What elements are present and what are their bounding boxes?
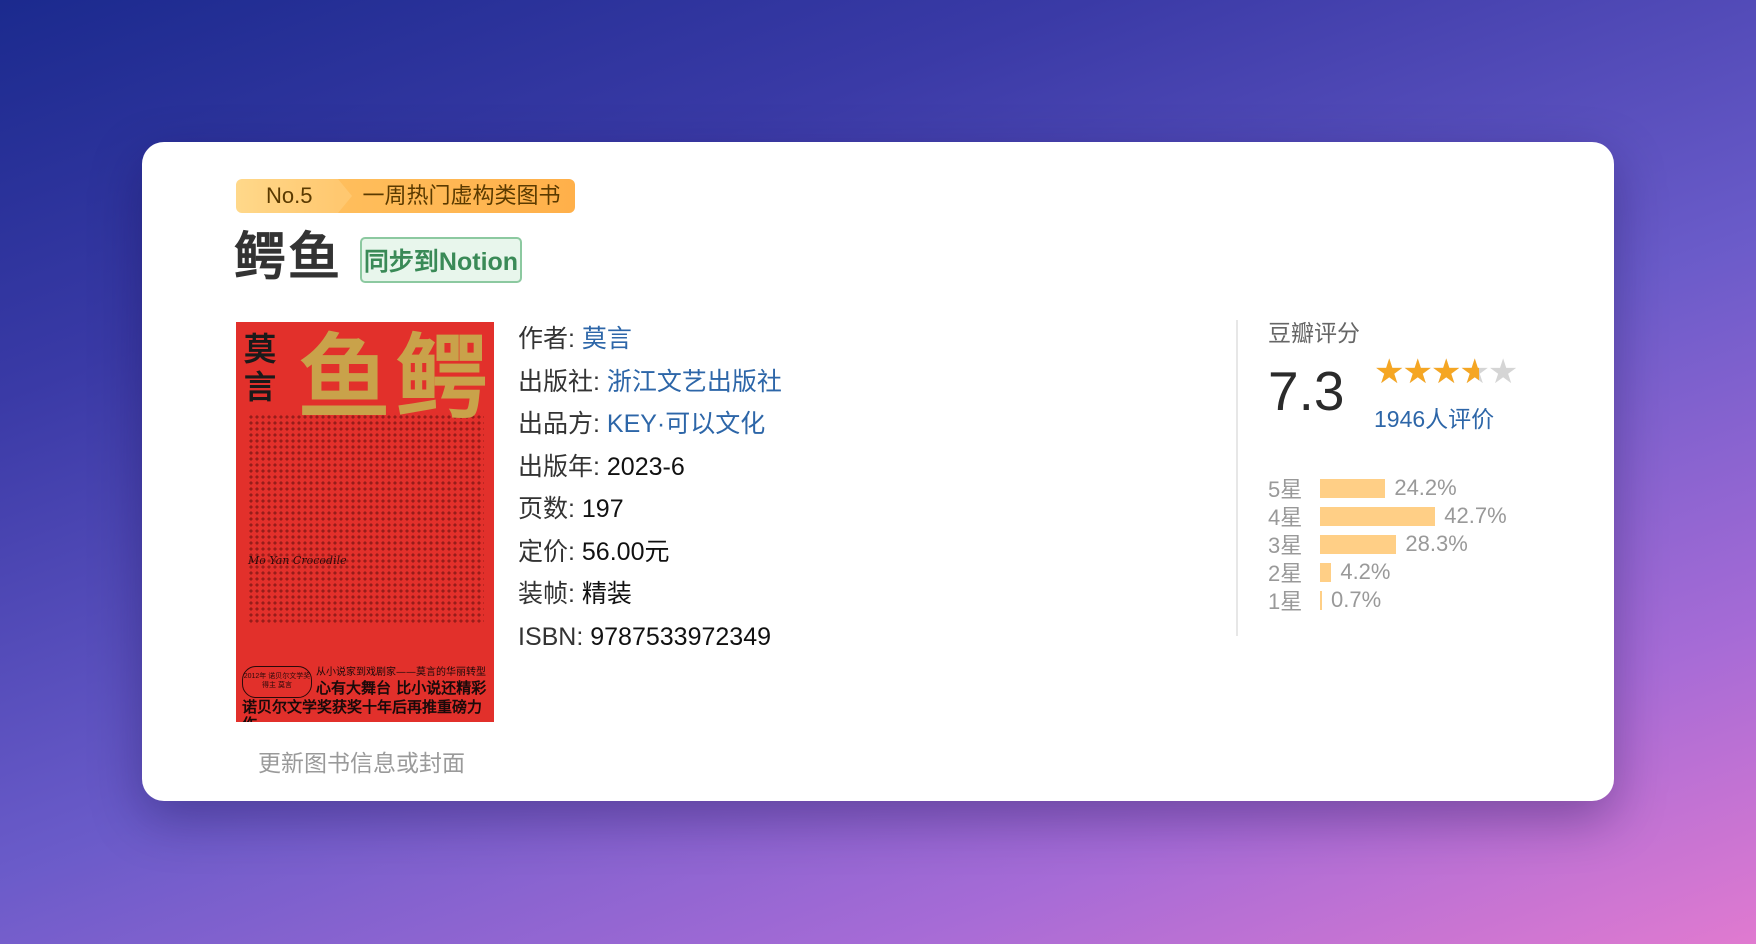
rating-stars-icon: ★★★★★ ★★★★★ xyxy=(1374,355,1524,389)
rank-label: 一周热门虚构类图书 xyxy=(338,179,575,213)
rating-dist-label: 1星 xyxy=(1268,589,1303,614)
cover-author: 莫言 xyxy=(244,330,277,406)
rating-dist-bar xyxy=(1320,534,1397,554)
update-book-info-link[interactable]: 更新图书信息或封面 xyxy=(258,744,465,778)
rating-dist-pct: 24.2% xyxy=(1394,475,1457,500)
rating-dist-bar xyxy=(1320,590,1322,610)
rating-dist-bar xyxy=(1320,478,1386,498)
cover-blurb-line3: 诺贝尔文学奖获奖十年后再推重磅力作 xyxy=(242,698,483,723)
book-card: No.5 一周热门虚构类图书 鳄鱼 同步到Notion 莫言 鳄鱼 Mo Yan… xyxy=(142,142,1614,801)
info-author: 作者: 莫言 xyxy=(518,325,632,353)
rating-dist-pct: 0.7% xyxy=(1331,587,1382,612)
cover-english-title: Mo Yan Crocodile xyxy=(248,554,347,567)
book-title: 鳄鱼 xyxy=(234,229,343,287)
info-producer: 出品方: KEY·可以文化 xyxy=(518,410,766,438)
cover-pattern xyxy=(248,414,484,624)
rating-score: 7.3 xyxy=(1268,360,1345,422)
rating-panel: 豆瓣评分 7.3 ★★★★★ ★★★★★ 1946人评价 5星24.2%4星42… xyxy=(1268,314,1518,614)
rating-dist-bar xyxy=(1320,562,1332,582)
rating-dist-bar xyxy=(1320,506,1436,526)
rating-dist-pct: 4.2% xyxy=(1340,559,1391,584)
stars-filled: ★★★★★ xyxy=(1374,356,1479,388)
rank-badge[interactable]: No.5 一周热门虚构类图书 xyxy=(236,179,575,213)
divider xyxy=(1236,320,1238,636)
info-isbn: ISBN: 9787533972349 xyxy=(518,622,771,651)
rating-dist-row: 5星 24.2% xyxy=(1268,474,1457,502)
cover-title: 鳄鱼 xyxy=(297,324,494,432)
rating-dist-pct: 28.3% xyxy=(1405,531,1468,556)
rating-label: 豆瓣评分 xyxy=(1268,320,1360,346)
rank-number: No.5 xyxy=(236,179,354,213)
author-link[interactable]: 莫言 xyxy=(582,325,632,353)
rating-dist-row: 2星 4.2% xyxy=(1268,558,1390,586)
rating-dist-row: 4星 42.7% xyxy=(1268,502,1507,530)
book-cover[interactable]: 莫言 鳄鱼 Mo Yan Crocodile 从小说家到戏剧家——莫言的华丽转型… xyxy=(236,322,494,722)
info-pages: 页数: 197 xyxy=(518,495,624,523)
rating-dist-row: 3星 28.3% xyxy=(1268,530,1468,558)
info-binding: 装帧: 精装 xyxy=(518,580,632,608)
info-year: 出版年: 2023-6 xyxy=(518,452,685,481)
info-publisher: 出版社: 浙江文艺出版社 xyxy=(518,367,782,396)
rating-dist-row: 1星 0.7% xyxy=(1268,586,1381,614)
sync-notion-button[interactable]: 同步到Notion xyxy=(360,237,522,283)
producer-link[interactable]: KEY·可以文化 xyxy=(607,410,765,438)
book-info: 作者: 莫言 出版社: 浙江文艺出版社 出品方: KEY·可以文化 出版年: 2… xyxy=(518,318,782,658)
rating-dist-pct: 42.7% xyxy=(1444,503,1507,528)
publisher-link[interactable]: 浙江文艺出版社 xyxy=(607,368,782,396)
rating-count-link[interactable]: 1946人评价 xyxy=(1374,400,1494,434)
info-price: 定价: 56.00元 xyxy=(518,537,670,566)
cover-award-tag: 2012年 诺贝尔文学奖得主 莫言 xyxy=(242,666,312,698)
